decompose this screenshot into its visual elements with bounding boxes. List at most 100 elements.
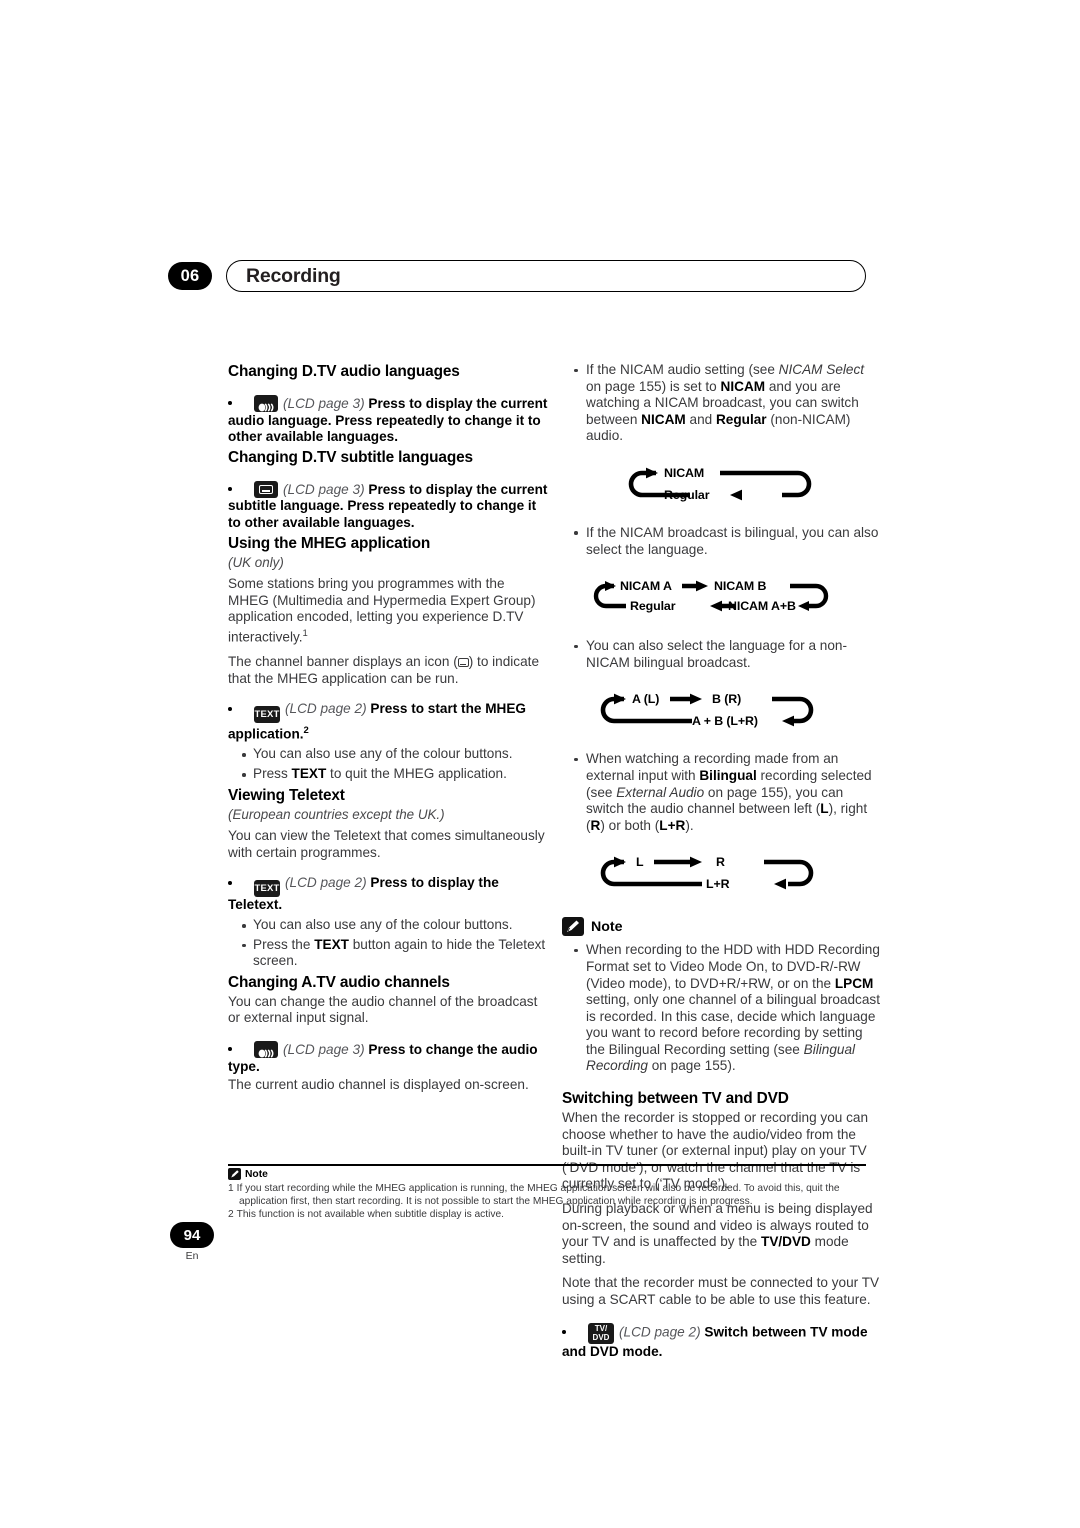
cycle-label-a-l: A (L) (632, 692, 660, 707)
external-input-bullets: When watching a recording made from an e… (562, 751, 882, 834)
manual-page: 06 Recording Changing D.TV audio languag… (0, 0, 1080, 1528)
footnote-block: Note 1 If you start recording while the M… (228, 1168, 870, 1221)
bullet-dot (228, 401, 232, 406)
cycle-label-nicam-ab: NICAM A+B (728, 599, 796, 614)
cycle-label-regular: Regular (630, 599, 676, 614)
bullet-dot (228, 487, 232, 492)
heading-viewing-teletext: Viewing Teletext (228, 786, 345, 804)
footnote-marker-2: 2 (303, 725, 309, 737)
heading-switching-tv-dvd: Switching between TV and DVD (562, 1090, 789, 1108)
note-bullets: When recording to the HDD with HDD Recor… (562, 942, 882, 1075)
page-number-badge: 94 (170, 1222, 214, 1248)
tvdvd-line-1: TV/ (594, 1323, 608, 1333)
cycle-label-r: R (716, 855, 725, 870)
lcd-page-ref: (LCD page 3) (283, 396, 365, 411)
cycle-label-regular: Regular (664, 487, 710, 502)
nicam-bilingual-cycle-diagram: NICAM A NICAM B NICAM A+B Regular (584, 569, 834, 625)
lcd-page-ref: (LCD page 2) (619, 1324, 701, 1340)
pencil-icon (228, 1168, 241, 1180)
region-note-uk: (UK only) (228, 554, 284, 570)
text-button-label: TEXT (314, 936, 349, 952)
list-item: Press TEXT to quit the MHEG application. (242, 766, 548, 783)
instruction-display-teletext: TEXT (LCD page 2) Press to display the Te… (228, 875, 548, 914)
bullet-text: If the NICAM broadcast is bilingual, you… (586, 524, 879, 557)
lcd-page-ref: (LCD page 3) (283, 481, 365, 497)
footnote-number: 2 (228, 1209, 234, 1220)
text-button-icon: TEXT (254, 706, 280, 724)
instruction-dtv-audio: (LCD page 3) Press to display the curren… (228, 395, 548, 446)
tv-dvd-button-icon: TV/DVD (588, 1322, 614, 1344)
page-language-label: En (185, 1250, 199, 1262)
cycle-label-b-r: B (R) (712, 692, 742, 707)
footnote-heading: Note (228, 1168, 870, 1180)
mheg-para1-text: Some stations bring you programmes with … (228, 576, 536, 645)
sub-bullet-text: You can also use any of the colour butto… (253, 916, 513, 932)
mheg-para2-a: The channel banner displays an icon ( (228, 654, 458, 670)
heading-changing-dtv-audio-languages: Changing D.TV audio languages (228, 363, 460, 380)
cycle-label-l: L (636, 855, 644, 870)
tvdvd-paragraph-3: Note that the recorder must be connected… (562, 1275, 880, 1307)
footnote-number: 1 (228, 1183, 234, 1194)
atv-paragraph-1: You can change the audio channel of the … (228, 993, 538, 1026)
cycle-label-a-b-lr: A + B (L+R) (692, 714, 758, 729)
lcd-page-ref: (LCD page 3) (283, 1041, 365, 1057)
bullet-dot (228, 706, 232, 711)
non-nicam-bilingual-cycle-diagram: A (L) B (R) A + B (L+R) (592, 682, 832, 738)
pencil-icon (562, 917, 584, 937)
teletext-sub-bullets: You can also use any of the colour butto… (228, 917, 548, 970)
instruction-dtv-subtitle: (LCD page 3) Press to display the curren… (228, 480, 548, 532)
footnote-text: This function is not available when subt… (236, 1209, 504, 1220)
footnote-divider (228, 1164, 866, 1166)
non-nicam-bilingual-bullets: You can also select the language for a n… (562, 638, 882, 671)
bullet-text: You can also select the language for a n… (586, 638, 847, 670)
cross-ref-bilingual-recording: Bilingual Recording (586, 1041, 856, 1074)
cycle-label-nicam-b: NICAM B (714, 579, 767, 594)
mheg-paragraph-1: Some stations bring you programmes with … (228, 576, 548, 646)
footnote-label: Note (245, 1168, 268, 1180)
cycle-arrows (600, 856, 814, 890)
list-item: If the NICAM broadcast is bilingual, you… (574, 525, 882, 558)
list-item: When watching a recording made from an e… (574, 751, 882, 834)
note-heading: Note (562, 917, 882, 937)
instruction-switch-tv-dvd: TV/DVD (LCD page 2) Switch between TV mod… (562, 1322, 882, 1361)
list-item: If the NICAM audio setting (see NICAM Se… (574, 362, 882, 445)
region-note-europe: (European countries except the UK.) (228, 806, 445, 822)
bullet-dot (562, 1329, 566, 1334)
footnote-marker-1: 1 (302, 627, 308, 639)
external-lr-cycle-diagram: L R L+R (592, 845, 832, 901)
teletext-paragraph-1: You can view the Teletext that comes sim… (228, 828, 545, 860)
nicam-bullets: If the NICAM audio setting (see NICAM Se… (562, 362, 882, 445)
heading-using-mheg-application: Using the MHEG application (228, 534, 431, 552)
sub-bullet-text: You can also use any of the colour butto… (253, 746, 513, 762)
text-button-icon: TEXT (254, 880, 280, 898)
bullet-dot (228, 1047, 232, 1052)
page-header: 06 Recording (168, 260, 866, 294)
mheg-sub-bullets: You can also use any of the colour butto… (228, 746, 548, 782)
cross-ref-external-audio: External Audio (616, 784, 705, 800)
instruction-change-audio-type: (LCD page 3) Press to change the audio t… (228, 1040, 548, 1075)
chapter-number-badge: 06 (168, 262, 212, 290)
cycle-label-nicam-a: NICAM A (620, 579, 672, 594)
heading-changing-dtv-subtitle-languages: Changing D.TV subtitle languages (228, 448, 473, 466)
lcd-page-ref: (LCD page 2) (285, 875, 367, 891)
bullet-dot (228, 880, 232, 885)
footnote-item-2: 2 This function is not available when sub… (228, 1208, 870, 1221)
tvdvd-line-2: DVD (592, 1333, 610, 1343)
mheg-paragraph-2: The channel banner displays an icon () t… (228, 654, 548, 687)
nicam-regular-cycle-diagram: NICAM Regular (602, 456, 834, 512)
text-button-label: TEXT (291, 765, 327, 781)
list-item: When recording to the HDD with HDD Recor… (574, 942, 882, 1075)
footnote-text: If you start recording while the MHEG ap… (236, 1183, 840, 1207)
audio-button-icon (254, 395, 278, 412)
heading-changing-atv-audio-channels: Changing A.TV audio channels (228, 973, 450, 991)
note-label: Note (591, 918, 623, 935)
subtitle-button-icon (254, 480, 278, 498)
audio-button-icon (254, 1040, 278, 1058)
cross-ref-nicam-select: NICAM Select (778, 362, 865, 377)
list-item: You can also use any of the colour butto… (242, 746, 548, 763)
list-item: You can also select the language for a n… (574, 638, 882, 671)
list-item: Press the TEXT button again to hide the … (242, 937, 548, 970)
instruction-start-mheg: TEXT (LCD page 2) Press to start the MHEG… (228, 701, 548, 743)
nicam-bilingual-bullets: If the NICAM broadcast is bilingual, you… (562, 525, 882, 558)
lcd-page-ref: (LCD page 2) (285, 701, 367, 717)
